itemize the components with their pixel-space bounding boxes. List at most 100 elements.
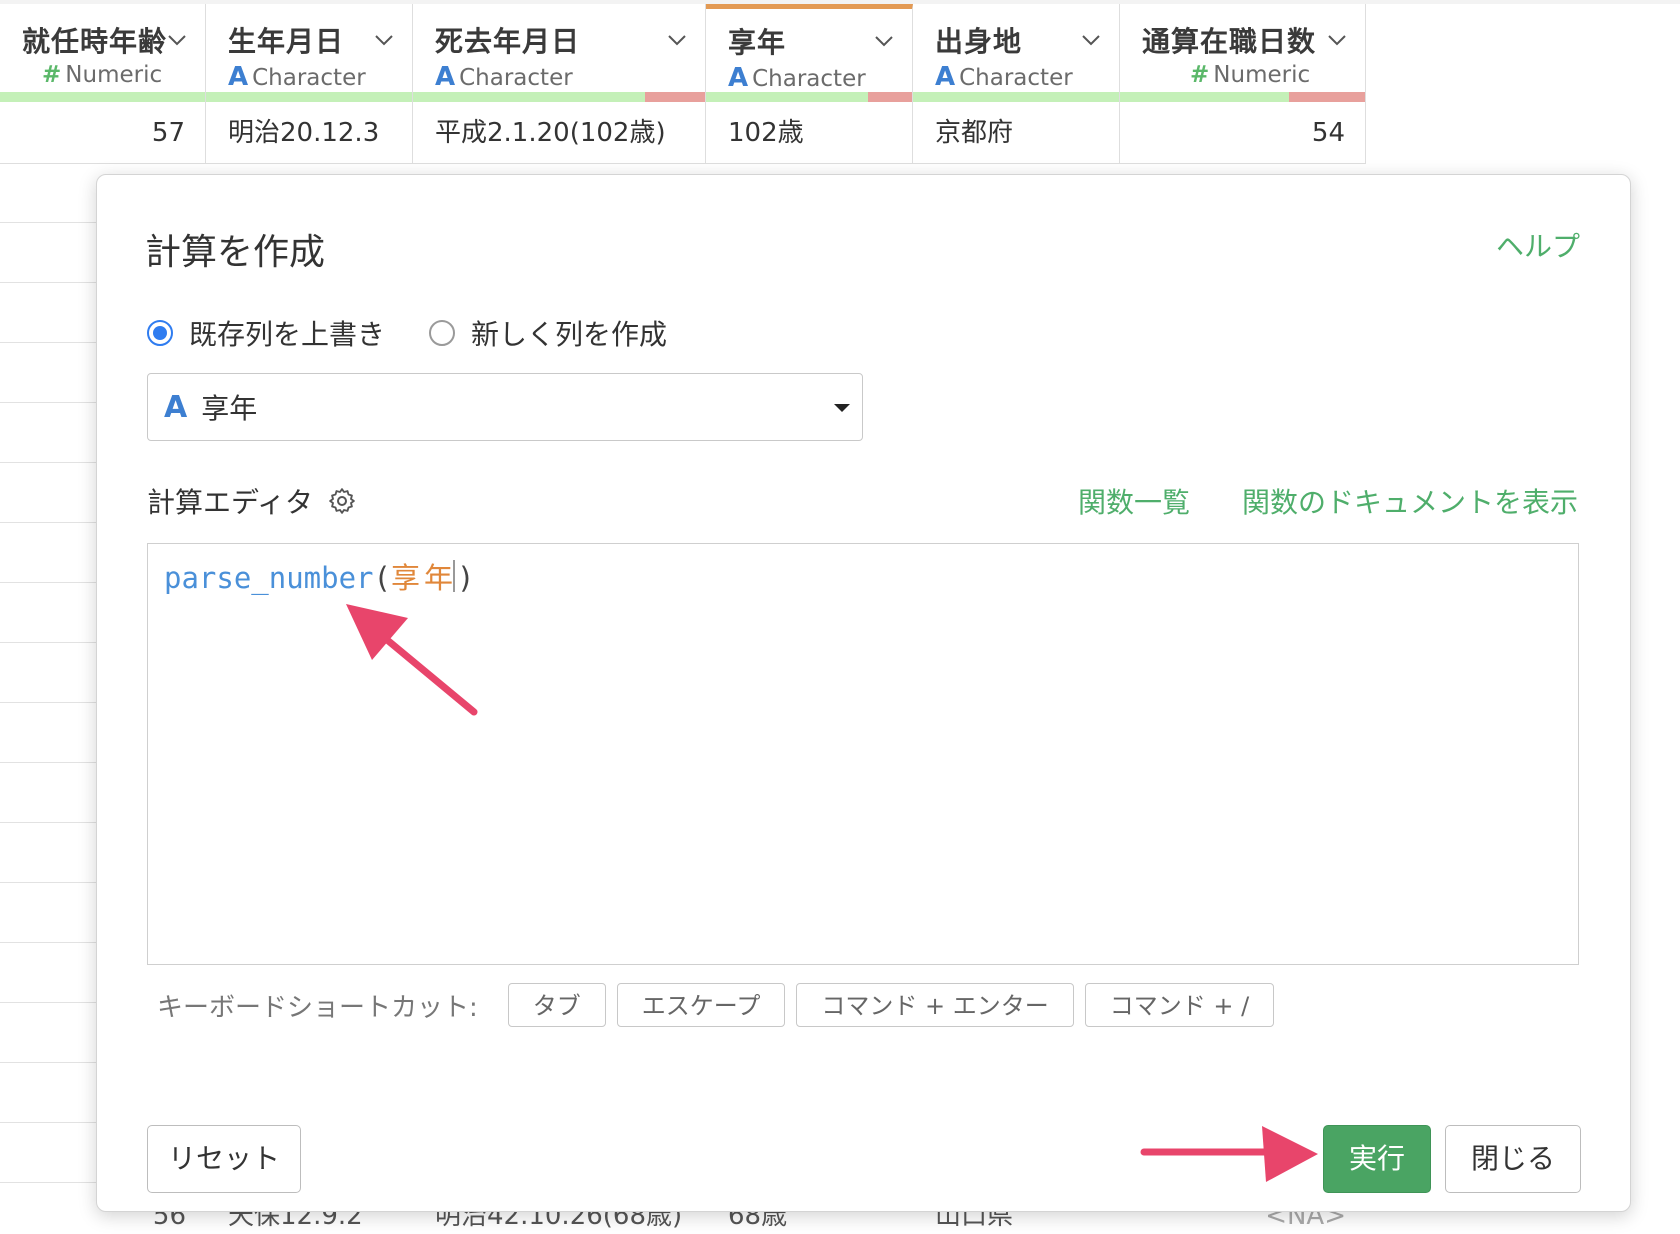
row-divider bbox=[0, 642, 96, 643]
run-button[interactable]: 実行 bbox=[1323, 1125, 1431, 1193]
function-docs-link[interactable]: 関数のドキュメントを表示 bbox=[1242, 481, 1578, 521]
row-divider bbox=[0, 702, 96, 703]
row-divider bbox=[0, 762, 96, 763]
row-divider bbox=[0, 342, 96, 343]
dialog-title: 計算を作成 bbox=[145, 232, 326, 273]
radio-selected-icon[interactable] bbox=[147, 320, 173, 346]
close-button[interactable]: 閉じる bbox=[1445, 1125, 1581, 1193]
numeric-type-icon: # bbox=[42, 62, 62, 88]
editor-links: 関数一覧 関数のドキュメントを表示 bbox=[1078, 481, 1578, 521]
table-cell[interactable]: 102歳 bbox=[706, 102, 913, 164]
column-title: 生年月日 bbox=[228, 25, 345, 58]
table-cell[interactable]: 京都府 bbox=[913, 102, 1120, 164]
column-title: 出身地 bbox=[935, 25, 1023, 58]
mode-radio-group: 既存列を上書き 新しく列を作成 bbox=[147, 313, 711, 353]
code-open-paren: ( bbox=[373, 561, 391, 595]
row-divider bbox=[0, 462, 96, 463]
chevron-down-icon[interactable] bbox=[1079, 28, 1103, 52]
shortcut-command-slash: コマンド + / bbox=[1084, 983, 1275, 1027]
editor-label-text: 計算エディタ bbox=[147, 486, 314, 519]
shortcut-command-enter: コマンド + エンター bbox=[796, 983, 1074, 1027]
chevron-down-icon[interactable] bbox=[1325, 28, 1349, 52]
row-divider bbox=[0, 522, 96, 523]
column-type-label: Numeric bbox=[1213, 62, 1311, 88]
table-cell[interactable]: 54 bbox=[1120, 102, 1366, 164]
radio-create-new-column[interactable]: 新しく列を作成 bbox=[429, 313, 667, 353]
column-quality-bar bbox=[1120, 92, 1365, 102]
column-quality-bar bbox=[0, 92, 205, 102]
character-type-icon: A bbox=[164, 389, 188, 425]
shortcut-tab: タブ bbox=[507, 983, 606, 1027]
row-divider bbox=[0, 882, 96, 883]
column-header-death-date[interactable]: 死去年月日 A Character bbox=[413, 4, 706, 102]
table-cell[interactable]: 明治20.12.3 bbox=[206, 102, 413, 164]
column-quality-bar bbox=[413, 92, 705, 102]
help-link[interactable]: ヘルプ bbox=[1496, 225, 1580, 265]
table-cell[interactable]: 平成2.1.20(102歳) bbox=[413, 102, 706, 164]
character-type-icon: A bbox=[935, 62, 956, 92]
row-divider bbox=[0, 402, 96, 403]
row-divider bbox=[0, 1122, 96, 1123]
radio-unselected-icon[interactable] bbox=[429, 320, 456, 346]
numeric-type-icon: # bbox=[1190, 62, 1210, 88]
column-type: A Character bbox=[435, 62, 573, 92]
code-column-ref: 享年 bbox=[390, 561, 457, 595]
column-quality-bar bbox=[706, 92, 912, 102]
column-header-birthplace[interactable]: 出身地 A Character bbox=[913, 4, 1120, 102]
column-quality-bar bbox=[913, 92, 1119, 102]
column-type-label: Numeric bbox=[65, 62, 163, 88]
row-divider bbox=[0, 942, 96, 943]
column-header-age-at-inauguration[interactable]: 就任時年齢 # Numeric bbox=[0, 4, 206, 102]
shortcuts-label: キーボードショートカット: bbox=[157, 992, 478, 1023]
chevron-down-icon[interactable] bbox=[372, 28, 396, 52]
text-cursor bbox=[453, 560, 455, 592]
column-header-age-at-death[interactable]: 享年 A Character bbox=[706, 4, 913, 102]
code-function-name: parse_number bbox=[164, 561, 374, 595]
column-title: 就任時年齢 bbox=[22, 25, 168, 58]
target-column-select[interactable]: A 享年 bbox=[147, 373, 863, 441]
row-divider bbox=[0, 1182, 96, 1183]
table-cell[interactable]: 57 bbox=[0, 102, 206, 164]
column-header-birth-date[interactable]: 生年月日 A Character bbox=[206, 4, 413, 102]
column-type: A Character bbox=[728, 63, 866, 93]
calculation-editor[interactable]: parse_number(享年) bbox=[147, 543, 1579, 965]
column-title: 享年 bbox=[728, 26, 787, 59]
column-type: A Character bbox=[228, 62, 366, 92]
code-line[interactable]: parse_number(享年) bbox=[164, 558, 474, 598]
column-type-label: Character bbox=[959, 65, 1073, 91]
character-type-icon: A bbox=[435, 62, 456, 92]
shortcut-escape: エスケープ bbox=[616, 983, 786, 1027]
chevron-down-icon[interactable] bbox=[872, 29, 896, 53]
row-divider bbox=[0, 1002, 96, 1003]
character-type-icon: A bbox=[728, 63, 749, 93]
row-divider bbox=[0, 822, 96, 823]
column-type: # Numeric bbox=[1190, 62, 1310, 88]
row-divider bbox=[0, 582, 96, 583]
character-type-icon: A bbox=[228, 62, 249, 92]
column-type-label: Character bbox=[459, 65, 573, 91]
row-divider bbox=[0, 222, 96, 223]
column-title: 死去年月日 bbox=[435, 25, 581, 58]
radio-label: 既存列を上書き bbox=[189, 318, 386, 351]
chevron-down-icon[interactable] bbox=[165, 28, 189, 52]
calculation-editor-label: 計算エディタ bbox=[147, 481, 357, 521]
gear-icon[interactable] bbox=[327, 486, 357, 516]
reset-button[interactable]: リセット bbox=[147, 1125, 301, 1193]
row-divider bbox=[0, 1062, 96, 1063]
function-list-link[interactable]: 関数一覧 bbox=[1078, 481, 1190, 521]
column-type-label: Character bbox=[252, 65, 366, 91]
column-title: 通算在職日数 bbox=[1142, 25, 1317, 58]
column-type: A Character bbox=[935, 62, 1073, 92]
keyboard-shortcuts: キーボードショートカット: タブ エスケープ コマンド + エンター コマンド … bbox=[157, 983, 1285, 1027]
column-header-total-days-in-office[interactable]: 通算在職日数 # Numeric bbox=[1120, 4, 1366, 102]
selected-column-value: 享年 bbox=[201, 392, 258, 425]
code-close-paren: ) bbox=[457, 561, 475, 595]
row-divider bbox=[0, 282, 96, 283]
radio-label: 新しく列を作成 bbox=[471, 318, 668, 351]
column-type: # Numeric bbox=[42, 62, 162, 88]
radio-overwrite-column[interactable]: 既存列を上書き bbox=[147, 313, 385, 353]
column-type-label: Character bbox=[752, 66, 866, 92]
column-quality-bar bbox=[206, 92, 412, 102]
chevron-down-icon[interactable] bbox=[665, 28, 689, 52]
create-calculation-dialog: 計算を作成 ヘルプ 既存列を上書き 新しく列を作成 A 享年 計算エディタ 関数… bbox=[96, 174, 1631, 1212]
